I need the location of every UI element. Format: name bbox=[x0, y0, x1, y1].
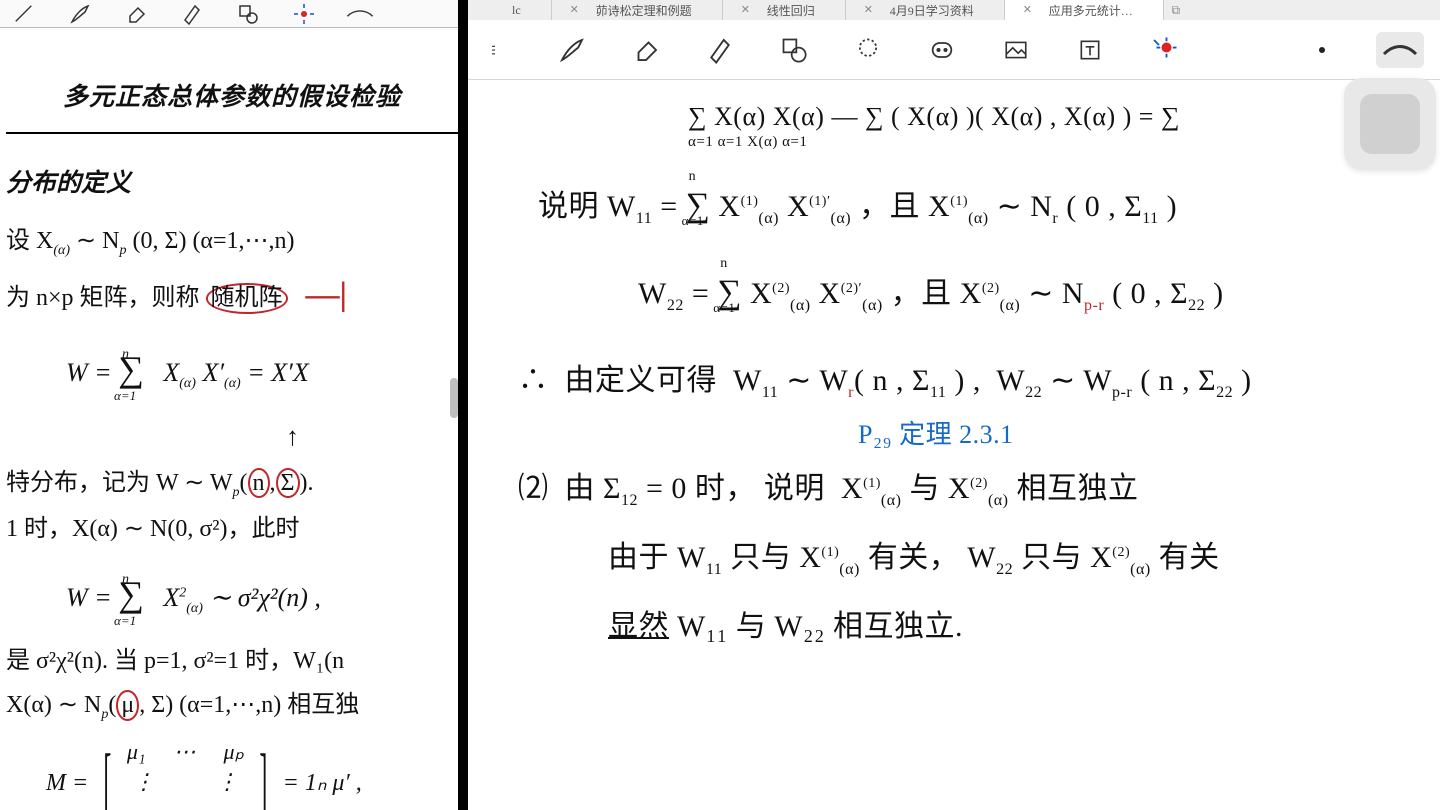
image-tool-icon[interactable] bbox=[996, 30, 1036, 70]
section-heading: 分布的定义 bbox=[6, 164, 458, 204]
left-toolbar bbox=[0, 0, 458, 28]
tab-lc[interactable]: lc bbox=[468, 0, 552, 20]
laser-tool-icon[interactable] bbox=[1144, 30, 1184, 70]
text-line: 特分布，记为 W ∼ Wp(n,Σ). bbox=[6, 464, 458, 504]
pane-divider[interactable] bbox=[458, 0, 468, 810]
handwriting-line: ⑵ 由 Σ12 = 0 时， 说明 X(1)(α) 与 X(2)(α) 相互独立 bbox=[518, 463, 1410, 510]
arrow-annotation: ↑ bbox=[286, 416, 458, 458]
eraser-tool-icon[interactable] bbox=[626, 30, 666, 70]
left-pane: 多元正态总体参数的假设检验 分布的定义 设 X(α) ∼ Np (0, Σ) (… bbox=[0, 0, 458, 810]
text-line: 设 X(α) ∼ Np (0, Σ) (α=1,⋯,n) bbox=[6, 222, 458, 262]
shape-tool-icon[interactable] bbox=[774, 30, 814, 70]
right-pane: lc ✕ 茆诗松定理和例题 ✕ 线性回归 ✕ 4月9日学习资料 ✕ 应用多元统计… bbox=[468, 0, 1440, 810]
eraser-tool-icon[interactable] bbox=[122, 4, 150, 24]
text-line: X(α) ∼ Np(μ, Σ) (α=1,⋯,n) 相互独 bbox=[6, 686, 458, 726]
close-icon[interactable]: ✕ bbox=[1023, 3, 1032, 16]
new-tab-icon[interactable]: ⧉ bbox=[1164, 0, 1188, 20]
close-icon[interactable]: ✕ bbox=[741, 3, 750, 16]
highlighter-tool-icon[interactable] bbox=[700, 30, 740, 70]
pen-tool-icon[interactable] bbox=[552, 30, 592, 70]
text-line: 为 n×p 矩阵，则称 随机阵 —| bbox=[6, 268, 458, 322]
pen-tool-icon[interactable] bbox=[66, 4, 94, 24]
handwriting-line: 显然 W₁₁ 与 W₂₂ 相互独立. bbox=[608, 601, 1410, 645]
handwriting-line: W22 = ∑nα=1 X(2)(α) X(2)′(α) ，且 X(2)(α) … bbox=[638, 268, 1410, 315]
sticker-tool-icon[interactable] bbox=[922, 30, 962, 70]
menu-icon[interactable] bbox=[478, 30, 518, 70]
handwriting-canvas[interactable]: ∑ X(α) X(α) — ∑ ( X(α) )( X(α) , X(α) ) … bbox=[468, 80, 1440, 645]
floating-app-tile[interactable] bbox=[1344, 78, 1436, 170]
pencil-tool-icon[interactable] bbox=[10, 4, 38, 24]
shape-tool-icon[interactable] bbox=[234, 4, 262, 24]
right-toolbar bbox=[468, 20, 1440, 80]
lasso-tool-icon[interactable] bbox=[848, 30, 888, 70]
matrix-formula: M = [ μ₁⋯μₚ ⋮ ⋮ μ₁⋯μₚ ] = 1ₙ μ′ , bbox=[46, 737, 458, 810]
tab-apr9[interactable]: ✕ 4月9日学习资料 bbox=[846, 0, 1005, 20]
red-circle-annotation: 随机阵 bbox=[206, 283, 288, 313]
handwriting-line: 说明 W11 = ∑nα=1 X(1)(α) X(1)′(α) ，且 X(1)(… bbox=[538, 181, 1410, 228]
tab-linear-regression[interactable]: ✕ 线性回归 bbox=[723, 0, 846, 20]
page-title: 多元正态总体参数的假设检验 bbox=[6, 78, 458, 134]
formula: W = ∑ n α=1 X2(α) ∼ σ²χ²(n) , bbox=[66, 566, 458, 624]
app-icon bbox=[1360, 94, 1420, 154]
handwriting-line: ∴ 由定义可得 W11 ∼ Wr( n , Σ11 ) , W22 ∼ Wp-r… bbox=[518, 355, 1410, 402]
text-line: 是 σ²χ²(n). 当 p=1, σ²=1 时，W₁(n bbox=[6, 642, 458, 680]
handwriting-line: 由于 W11 只与 X(1)(α) 有关， W22 只与 X(2)(α) 有关 bbox=[608, 532, 1410, 579]
close-icon[interactable]: ✕ bbox=[864, 3, 873, 16]
highlighter-tool-icon[interactable] bbox=[178, 4, 206, 24]
tab-maoshisong[interactable]: ✕ 茆诗松定理和例题 bbox=[552, 0, 723, 20]
handwriting-annotation-blue: P₂₉ 定理 2.3.1 bbox=[858, 414, 1410, 451]
close-icon[interactable]: ✕ bbox=[570, 3, 579, 16]
tab-multivariate-stats[interactable]: ✕ 应用多元统计… bbox=[1005, 0, 1164, 20]
left-document: 多元正态总体参数的假设检验 分布的定义 设 X(α) ∼ Np (0, Σ) (… bbox=[0, 28, 458, 810]
stroke-preview-icon[interactable] bbox=[346, 4, 374, 24]
laser-tool-icon[interactable] bbox=[290, 4, 318, 24]
handwriting-line: α=1 α=1 X(α) α=1 bbox=[688, 134, 1410, 151]
text-line: 1 时，X(α) ∼ N(0, σ²)，此时 bbox=[6, 510, 458, 548]
tab-bar: lc ✕ 茆诗松定理和例题 ✕ 线性回归 ✕ 4月9日学习资料 ✕ 应用多元统计… bbox=[468, 0, 1440, 20]
handwriting-line: ∑ X(α) X(α) — ∑ ( X(α) )( X(α) , X(α) ) … bbox=[688, 102, 1410, 132]
color-dot[interactable] bbox=[1302, 30, 1342, 70]
scroll-indicator[interactable] bbox=[450, 378, 458, 418]
formula: W = ∑ n α=1 X(α) X′(α) = X′X bbox=[66, 341, 458, 399]
text-tool-icon[interactable] bbox=[1070, 30, 1110, 70]
brush-preview[interactable] bbox=[1376, 32, 1424, 68]
